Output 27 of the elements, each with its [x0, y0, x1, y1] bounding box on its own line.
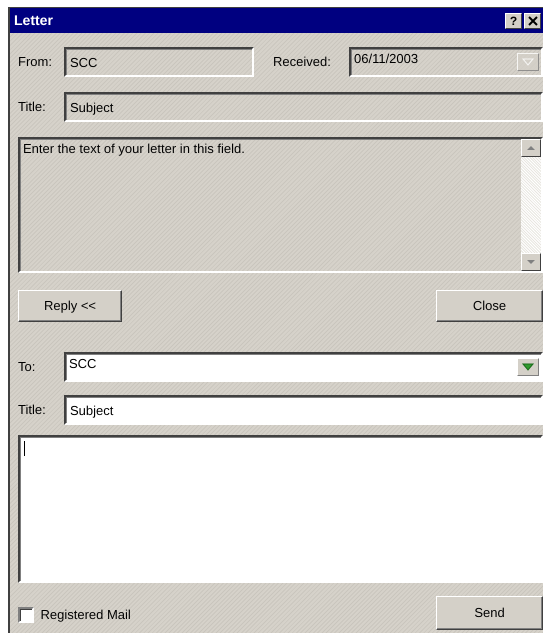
message-field[interactable]	[18, 435, 543, 583]
text-field[interactable]: Subject	[64, 92, 543, 122]
message-text: Enter the text of your letter in this field.	[23, 140, 246, 158]
text-cursor	[24, 441, 25, 456]
close-button[interactable]	[524, 12, 541, 28]
field-label: Received:	[273, 53, 332, 72]
field-label: Title:	[18, 98, 47, 116]
reply-button[interactable]: Reply <<	[18, 290, 122, 322]
dropdown-field[interactable]: SCC	[64, 352, 543, 382]
window-title: Letter	[14, 11, 54, 30]
scroll-up-icon	[526, 144, 536, 152]
help-button[interactable]: ?	[505, 12, 522, 28]
field-label: From:	[18, 53, 53, 72]
scroll-down-icon	[526, 258, 536, 266]
close-icon	[528, 16, 538, 26]
field-label: To:	[18, 358, 36, 376]
checkbox[interactable]	[18, 606, 34, 622]
checkbox-label: Registered Mail	[40, 606, 131, 624]
close-button[interactable]: Close	[436, 290, 543, 322]
text-field[interactable]: Subject	[64, 395, 543, 425]
dropdown-arrow-icon	[522, 363, 534, 371]
scrollbar[interactable]	[521, 139, 541, 271]
text-field[interactable]: SCC	[64, 47, 254, 77]
dropdown-arrow-icon	[522, 58, 534, 66]
field-label: Title:	[18, 401, 47, 420]
message-field[interactable]: Enter the text of your letter in this field.	[18, 137, 543, 273]
send-button[interactable]: Send	[436, 596, 543, 630]
